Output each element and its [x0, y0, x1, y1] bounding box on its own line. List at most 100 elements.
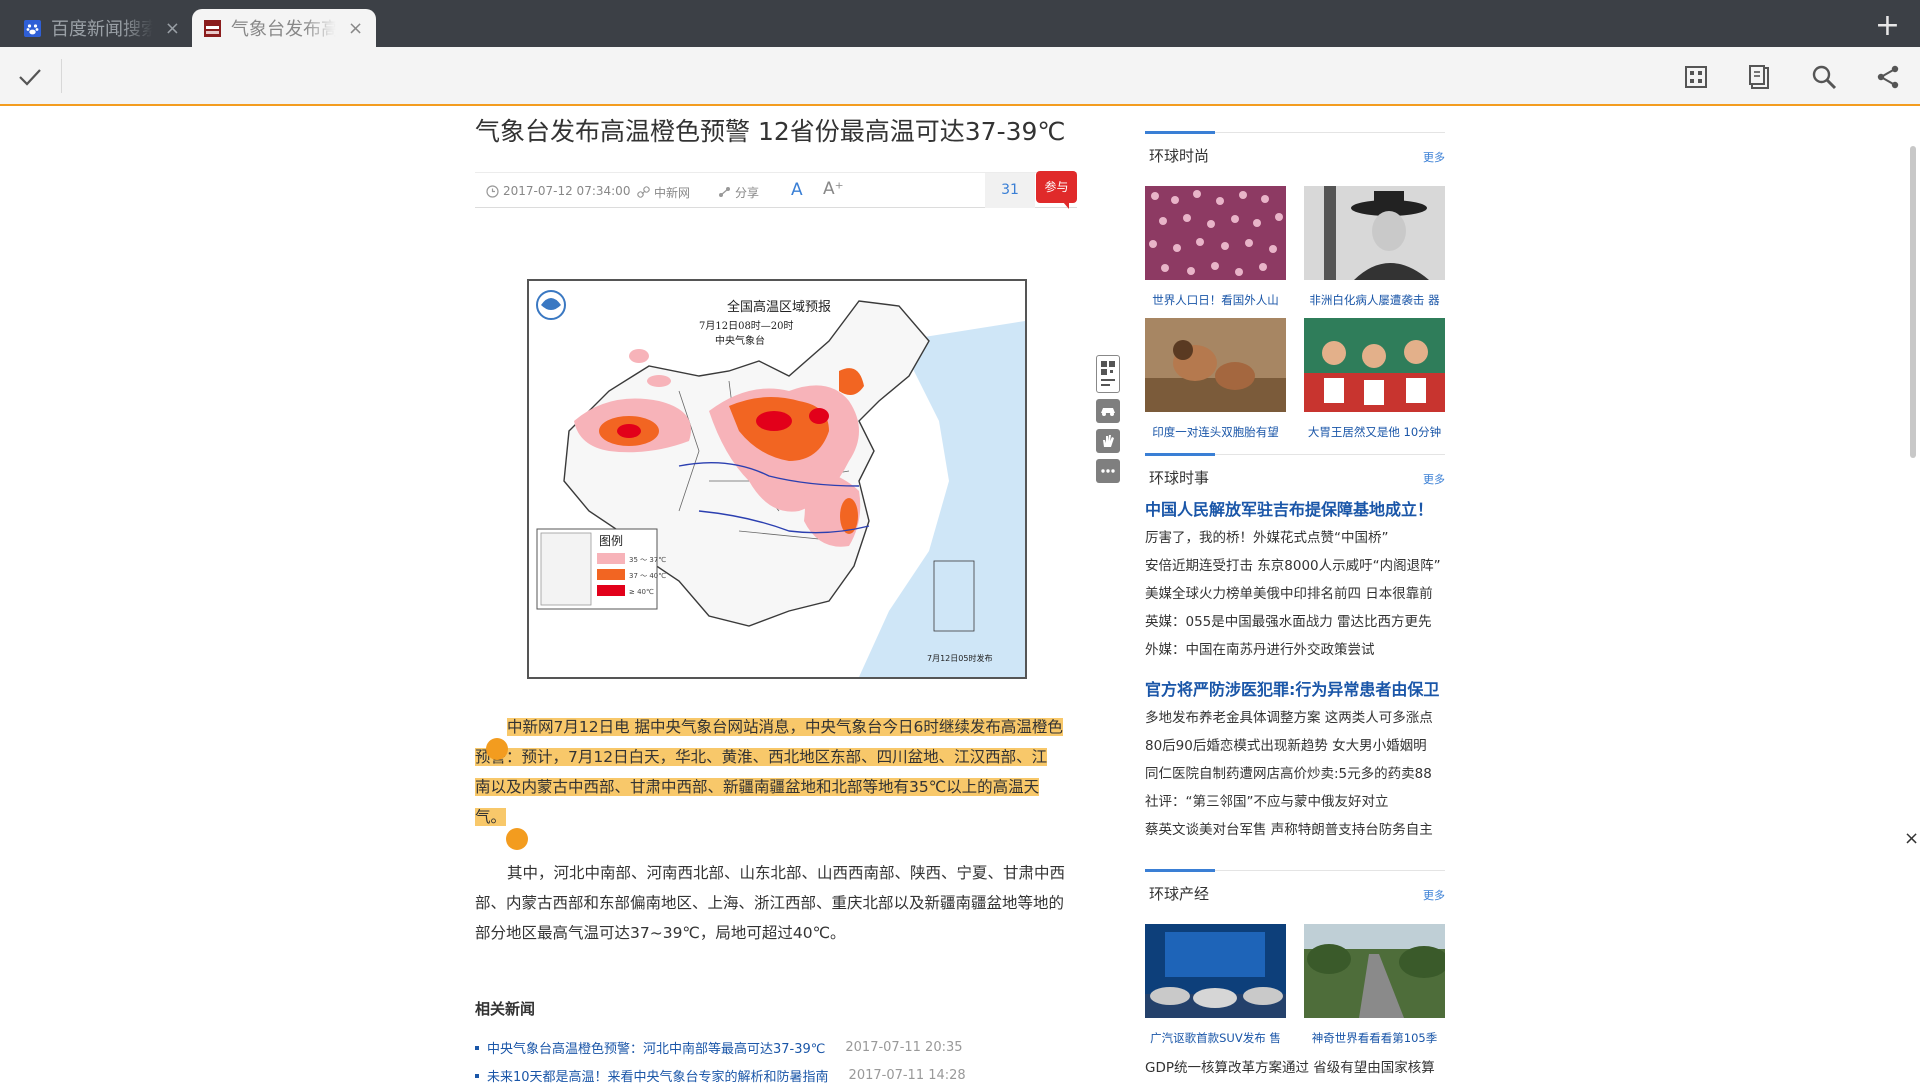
children-photo — [1145, 318, 1286, 412]
headline-link[interactable]: 官方将严防涉医犯罪:行为异常患者由保卫 — [1145, 676, 1445, 700]
tab-strip: 百度新闻搜索 × 气象台发布高温橙色预警 × + — [0, 0, 1920, 47]
map-title: 全国高温区域预报 — [727, 299, 831, 315]
browser-toolbar — [0, 47, 1920, 106]
scrollbar-thumb[interactable] — [1910, 146, 1916, 458]
selection-end-handle[interactable] — [506, 828, 528, 850]
close-icon[interactable]: × — [1904, 828, 1919, 849]
photo-caption[interactable]: 非洲白化病人屡遭袭击 器 — [1304, 292, 1445, 308]
share-icon[interactable] — [1875, 64, 1901, 90]
join-discussion-button[interactable]: 参与 — [1036, 171, 1077, 209]
news-list: 多地发布养老金具体调整方案 这两类人可多涨点 80后90后婚恋模式出现新趋势 女… — [1145, 704, 1445, 844]
headline-link[interactable]: 中国人民解放军驻吉布提保障基地成立！ — [1145, 496, 1445, 520]
font-size-small-button[interactable]: A — [791, 180, 803, 200]
source-text: 中新网 — [654, 186, 691, 200]
car-icon[interactable] — [1096, 399, 1120, 423]
photo-caption[interactable]: 神奇世界看看看第105季 — [1304, 1030, 1445, 1046]
map-time: 7月12日08时—20时 — [699, 320, 794, 332]
tab-close-icon[interactable]: × — [165, 18, 180, 39]
selected-text-line-2: 预警：预计，7月12日白天，华北、黄淮、西北地区东部、四川盆地、江汉西部、江 — [475, 748, 1048, 766]
related-news-date: 2017-07-11 20:35 — [845, 1040, 963, 1055]
photo-item[interactable]: 神奇世界看看看第105季 — [1304, 924, 1449, 1046]
bullet-icon — [475, 1073, 479, 1078]
share-text: 分享 — [735, 186, 760, 200]
map-stamp: 7月12日05时发布 — [927, 653, 992, 663]
photo-caption[interactable]: 大胃王居然又是他 10分钟 — [1304, 424, 1445, 440]
article-meta-bar: 2017-07-12 07:34:00 中新网 分享 A A⁺ 31 参与 — [475, 171, 1077, 209]
photo-item[interactable]: 广汽讴歌首款SUV发布 售 — [1145, 924, 1286, 1046]
selected-text-line-1: 中新网7月12日电 据中央气象台网站消息，中央气象台今日6时继续发布高温橙色 — [507, 718, 1063, 736]
photo-caption[interactable]: 广汽讴歌首款SUV发布 售 — [1145, 1030, 1286, 1046]
news-link[interactable]: 同仁医院自制药遭网店高价炒卖:5元多的药卖88 — [1145, 760, 1445, 788]
qr-code-icon[interactable] — [1096, 355, 1120, 393]
photo-item[interactable]: 大胃王居然又是他 10分钟 — [1304, 318, 1445, 440]
share-link[interactable]: 分享 — [718, 184, 759, 201]
news-link[interactable]: 蔡英文谈美对台军售 声称特朗普支持台防务自主 — [1145, 816, 1445, 844]
news-link[interactable]: 多地发布养老金具体调整方案 这两类人可多涨点 — [1145, 704, 1445, 732]
news-link[interactable]: 厉害了，我的桥！外媒花式点赞“中国桥” — [1145, 524, 1445, 552]
news-link[interactable]: 外媒：中国在南苏丹进行外交政策尝试 — [1145, 636, 1445, 664]
road-photo — [1304, 924, 1449, 1018]
legend-label-3: ≥ 40℃ — [629, 588, 654, 596]
date-text: 2017-07-12 07:34:00 — [503, 184, 631, 198]
article-title: 气象台发布高温橙色预警 12省份最高温可达37-39℃ — [475, 117, 1066, 146]
check-icon[interactable] — [16, 63, 44, 91]
selected-text-line-4: 气。 — [475, 808, 507, 826]
related-news-link[interactable]: 未来10天都是高温！来看中央气象台专家的解析和防暑指南 — [487, 1066, 829, 1085]
article-source[interactable]: 中新网 — [637, 184, 690, 201]
related-news-date: 2017-07-11 14:28 — [848, 1068, 966, 1083]
grid-icon[interactable] — [1683, 64, 1709, 90]
section-title: 环球产经 — [1149, 885, 1210, 903]
more-link[interactable]: 更多 — [1423, 471, 1445, 487]
comment-count[interactable]: 31 — [985, 173, 1035, 208]
section-header-finance: 环球产经 更多 — [1145, 869, 1445, 903]
selected-text-line-3: 南以及内蒙古中西部、甘肃中西部、新疆南疆盆地和北部等地有35℃以上的高温天 — [475, 778, 1040, 796]
section-title: 环球时尚 — [1149, 147, 1210, 165]
news-link[interactable]: GDP统一核算改革方案通过 省级有望由国家核算 — [1145, 1054, 1445, 1082]
clock-icon — [486, 184, 499, 198]
related-news-item[interactable]: 未来10天都是高温！来看中央气象台专家的解析和防暑指南 2017-07-11 1… — [475, 1066, 966, 1085]
photo-caption[interactable]: 印度一对连头双胞胎有望 — [1145, 424, 1286, 440]
selection-start-handle[interactable] — [486, 738, 508, 760]
crowd-photo — [1145, 186, 1286, 280]
legend-title: 图例 — [599, 534, 623, 548]
hand-icon[interactable] — [1096, 429, 1120, 453]
toolbar-divider — [61, 59, 62, 93]
body-paragraph: 其中，河北中南部、河南西北部、山东北部、山西西南部、陕西、宁夏、甘肃中西部、内蒙… — [475, 864, 1066, 942]
share-small-icon — [719, 187, 730, 197]
legend-label-2: 37 ～ 40℃ — [629, 572, 666, 580]
publish-date: 2017-07-12 07:34:00 — [486, 184, 630, 198]
clipboard-icon[interactable] — [1747, 64, 1773, 90]
photo-caption[interactable]: 世界人口日！看国外人山 — [1145, 292, 1286, 308]
new-tab-button[interactable]: + — [1875, 8, 1900, 43]
news-link[interactable]: 英媒：055是中国最强水面战力 雷达比西方更先 — [1145, 608, 1445, 636]
more-icon[interactable] — [1096, 459, 1120, 483]
article: 气象台发布高温橙色预警 12省份最高温可达37-39℃ 2017-07-12 0… — [475, 112, 1077, 1085]
more-link[interactable]: 更多 — [1423, 149, 1445, 165]
map-agency: 中央气象台 — [715, 334, 765, 347]
photo-grid: 世界人口日！看国外人山 非洲白化病人屡遭袭击 器 印度一对连头双胞胎有望 大胃王… — [1145, 186, 1445, 440]
photo-item[interactable]: 印度一对连头双胞胎有望 — [1145, 318, 1286, 440]
news-link[interactable]: 社评：“第三邻国”不应与蒙中俄友好对立 — [1145, 788, 1445, 816]
related-news-item[interactable]: 中央气象台高温橙色预警：河北中南部等最高可达37-39℃ 2017-07-11 … — [475, 1038, 963, 1057]
news-link[interactable]: 美媒全球火力榜单美俄中印排名前四 日本很靠前 — [1145, 580, 1445, 608]
news-link[interactable]: 安倍近期连受打击 东京8000人示威吁“内阁退阵” — [1145, 552, 1445, 580]
car-launch-photo — [1145, 924, 1286, 1018]
tab-close-icon[interactable]: × — [348, 18, 363, 39]
search-icon[interactable] — [1811, 64, 1837, 90]
section-title: 环球时事 — [1149, 469, 1210, 487]
news-link[interactable]: 80后90后婚恋模式出现新趋势 女大男小婚姻明 — [1145, 732, 1445, 760]
more-link[interactable]: 更多 — [1423, 887, 1445, 903]
tab-baidu-news[interactable]: 百度新闻搜索 × — [12, 9, 192, 47]
tab-label: 百度新闻搜索 — [51, 19, 153, 40]
section-header-news: 环球时事 更多 — [1145, 453, 1445, 487]
legend-label-1: 35 ～ 37℃ — [629, 556, 666, 564]
china-map-graphic: 全国高温区域预报 7月12日08时—20时 中央气象台 图例 35 ～ 37℃ … — [529, 281, 1025, 677]
tab-weather-article[interactable]: 气象台发布高温橙色预警 × — [192, 9, 376, 47]
related-news-link[interactable]: 中央气象台高温橙色预警：河北中南部等最高可达37-39℃ — [487, 1038, 825, 1057]
font-size-large-button[interactable]: A⁺ — [823, 179, 844, 199]
bullet-icon — [475, 1045, 479, 1050]
photo-item[interactable]: 世界人口日！看国外人山 — [1145, 186, 1286, 308]
photo-item[interactable]: 非洲白化病人屡遭袭击 器 — [1304, 186, 1445, 308]
heat-forecast-map: 全国高温区域预报 7月12日08时—20时 中央气象台 图例 35 ～ 37℃ … — [527, 279, 1027, 679]
portrait-photo — [1304, 186, 1445, 280]
